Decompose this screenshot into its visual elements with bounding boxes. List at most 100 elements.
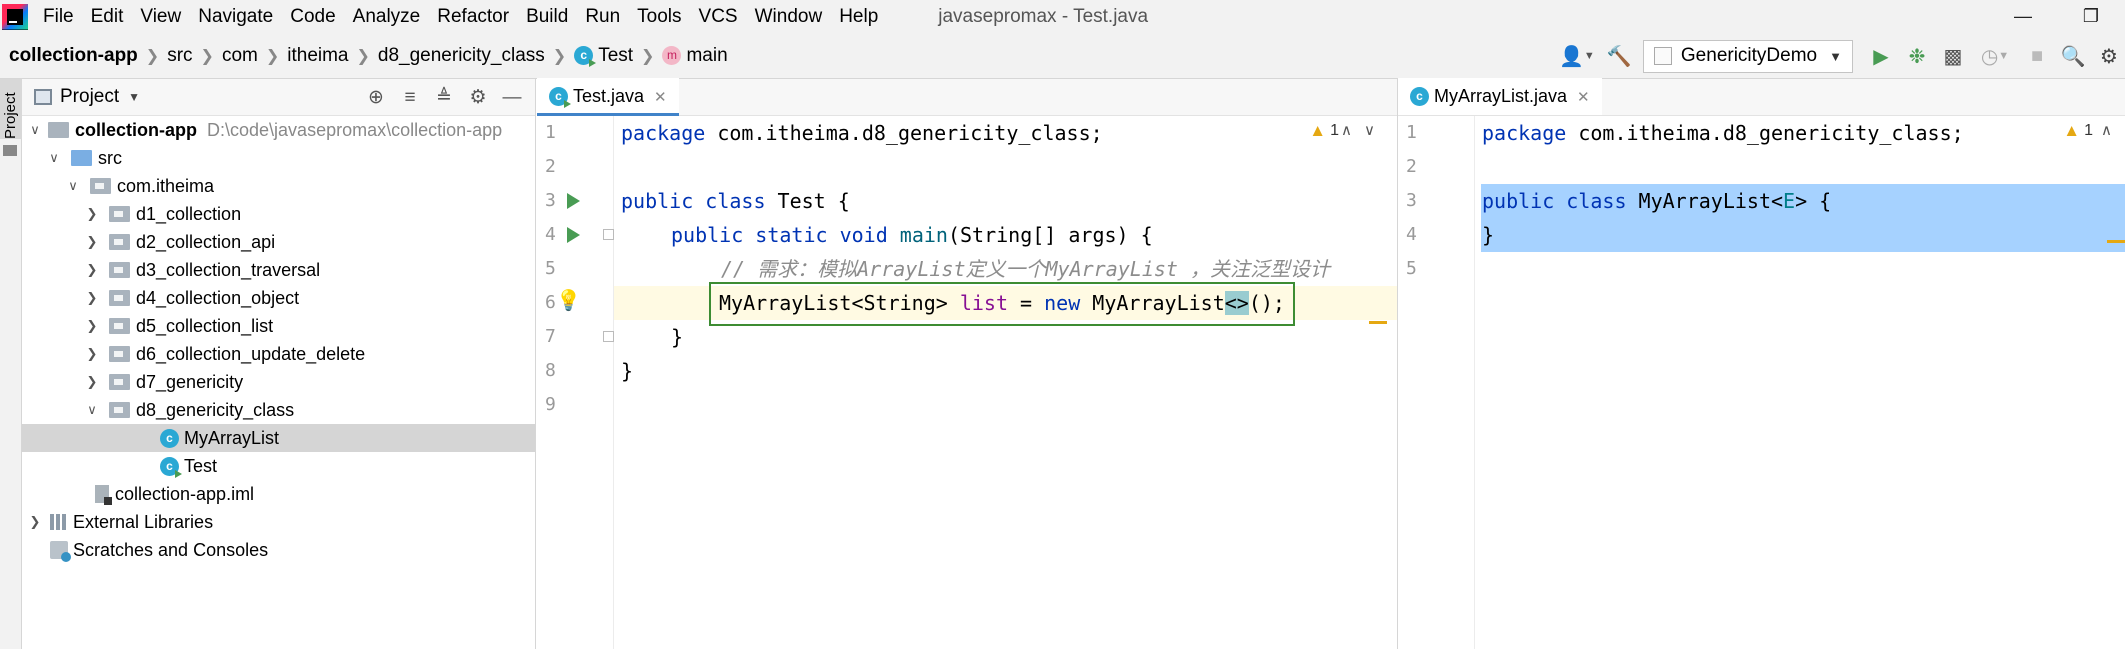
tree-row-libraries[interactable]: ❯ External Libraries <box>22 508 535 536</box>
breadcrumb-itheima[interactable]: itheima <box>287 45 348 67</box>
coverage-icon[interactable]: ▩ <box>1937 40 1969 72</box>
chevron-down-icon[interactable]: ∨ <box>66 178 80 194</box>
close-icon[interactable]: ✕ <box>654 88 667 106</box>
expand-all-icon[interactable]: ≡ <box>393 87 427 109</box>
tree-row-folder[interactable]: ❯ d4_collection_object <box>22 284 535 312</box>
run-gutter-icon[interactable] <box>567 193 580 209</box>
gear-icon[interactable]: ⚙ <box>461 86 495 109</box>
menu-code[interactable]: Code <box>290 6 335 28</box>
menu-navigate[interactable]: Navigate <box>198 6 273 28</box>
run-config-selector[interactable]: GenericityDemo ▼ <box>1642 39 1853 73</box>
tree-row-folder[interactable]: ❯ d1_collection <box>22 200 535 228</box>
chevron-right-icon[interactable]: ❯ <box>85 206 99 222</box>
menu-file[interactable]: File <box>43 6 74 28</box>
breadcrumb-project[interactable]: collection-app <box>9 45 138 67</box>
window-title: javasepromax - Test.java <box>938 5 1149 27</box>
tree-row-folder[interactable]: ❯ d3_collection_traversal <box>22 256 535 284</box>
tree-row-folder[interactable]: ❯ d5_collection_list <box>22 312 535 340</box>
menu-refactor[interactable]: Refactor <box>437 6 509 28</box>
menu-edit[interactable]: Edit <box>91 6 124 28</box>
profile-icon[interactable]: ◷ ▼ <box>1973 40 2017 72</box>
collapse-all-icon[interactable]: ≜ <box>427 86 461 109</box>
search-icon[interactable]: 🔍 <box>2057 40 2089 72</box>
chevron-right-icon[interactable]: ❯ <box>85 234 99 250</box>
tree-row-root[interactable]: ∨ collection-app D:\code\javasepromax\co… <box>22 116 535 144</box>
code-area[interactable]: package com.itheima.d8_genericity_class;… <box>556 116 1397 649</box>
tree-row-class[interactable]: c Test <box>22 452 535 480</box>
package-icon <box>109 374 130 390</box>
tab-myarraylist-java[interactable]: c MyArrayList.java ✕ <box>1398 78 1602 115</box>
breadcrumb-com[interactable]: com <box>222 45 258 67</box>
menu-window[interactable]: Window <box>755 6 823 28</box>
chevron-down-icon[interactable]: ∨ <box>28 122 42 138</box>
code-text: = <box>1008 291 1045 315</box>
run-config-label: GenericityDemo <box>1680 45 1818 66</box>
breadcrumb-package[interactable]: d8_genericity_class <box>378 45 545 67</box>
fold-marker-icon[interactable] <box>603 229 614 240</box>
chevron-right-icon[interactable]: ❯ <box>85 262 99 278</box>
tree-row-src[interactable]: ∨ src <box>22 144 535 172</box>
editor-test-java[interactable]: c Test.java ✕ ▲ 1 ∧∨ 1 2 3 4 5 6 7 8 9 p… <box>537 78 1398 649</box>
project-tool-tab-label: Project <box>2 92 19 139</box>
tree-row-iml[interactable]: collection-app.iml <box>22 480 535 508</box>
menu-analyze[interactable]: Analyze <box>353 6 421 28</box>
locate-icon[interactable]: ⊕ <box>359 86 393 109</box>
chevron-right-icon[interactable]: ❯ <box>28 514 42 530</box>
code-line: } <box>1476 218 2125 252</box>
chevron-right-icon: ❯ <box>356 47 370 65</box>
build-hammer-icon[interactable]: 🔨 <box>1603 40 1635 72</box>
line-number: 5 <box>1406 258 1417 279</box>
settings-gear-icon[interactable]: ⚙ <box>2093 40 2125 72</box>
minimize-button[interactable]: — <box>1989 0 2057 33</box>
tree-row-folder[interactable]: ❯ d7_genericity <box>22 368 535 396</box>
menu-tools[interactable]: Tools <box>637 6 681 28</box>
project-panel-title[interactable]: Project <box>60 86 119 108</box>
tab-label: MyArrayList.java <box>1434 86 1568 106</box>
tree-row-class-selected[interactable]: c MyArrayList <box>22 424 535 452</box>
restore-button[interactable]: ❐ <box>2057 0 2125 33</box>
chevron-down-icon[interactable]: ∨ <box>85 402 99 418</box>
tree-libraries-label: External Libraries <box>73 511 214 532</box>
tree-row-folder[interactable]: ∨ d8_genericity_class <box>22 396 535 424</box>
project-view-icon <box>34 89 52 105</box>
tree-iml-label: collection-app.iml <box>115 483 255 504</box>
debug-icon[interactable]: ❉ <box>1901 40 1933 72</box>
menu-help[interactable]: Help <box>839 6 878 28</box>
run-gutter-icon[interactable] <box>567 227 580 243</box>
menu-run[interactable]: Run <box>585 6 620 28</box>
breadcrumb-class[interactable]: Test <box>598 45 633 67</box>
package-icon <box>90 178 111 194</box>
menu-build[interactable]: Build <box>526 6 568 28</box>
menu-view[interactable]: View <box>140 6 181 28</box>
editor-myarraylist-java[interactable]: c MyArrayList.java ✕ ▲ 1 ∧∨ 1 2 3 4 5 pa… <box>1398 78 2125 649</box>
breadcrumb-src[interactable]: src <box>167 45 192 67</box>
close-icon[interactable]: ✕ <box>1577 88 1590 106</box>
code-line: package com.itheima.d8_genericity_class; <box>615 116 1397 150</box>
user-icon[interactable]: 👤 ▼ <box>1555 40 1599 72</box>
chevron-right-icon[interactable]: ❯ <box>85 374 99 390</box>
run-icon[interactable]: ▶ <box>1865 40 1897 72</box>
lightbulb-icon[interactable]: 💡 <box>556 288 581 313</box>
menu-vcs[interactable]: VCS <box>699 6 738 28</box>
tree-row-scratches[interactable]: Scratches and Consoles <box>22 536 535 564</box>
breadcrumb-method[interactable]: main <box>686 45 727 67</box>
tab-test-java[interactable]: c Test.java ✕ <box>537 78 679 116</box>
tree-row-folder[interactable]: ❯ d2_collection_api <box>22 228 535 256</box>
chevron-down-icon[interactable]: ∨ <box>47 150 61 166</box>
warning-stripe-mark[interactable] <box>2107 240 2125 243</box>
project-tool-tab[interactable]: Project <box>0 79 22 139</box>
code-area[interactable]: package com.itheima.d8_genericity_class;… <box>1476 116 2125 649</box>
tree-row-folder[interactable]: ❯ d6_collection_update_delete <box>22 340 535 368</box>
chevron-right-icon[interactable]: ❯ <box>85 346 99 362</box>
editor-gutter: 1 2 3 4 5 6 7 8 9 <box>537 116 614 649</box>
tree-row-package[interactable]: ∨ com.itheima <box>22 172 535 200</box>
chevron-right-icon[interactable]: ❯ <box>85 290 99 306</box>
highlighted-statement[interactable]: MyArrayList<String> list = new MyArrayLi… <box>709 282 1295 326</box>
chevron-down-icon[interactable]: ▼ <box>128 90 140 104</box>
code-type-parameter: E <box>1783 189 1796 213</box>
hide-icon[interactable]: — <box>495 87 529 109</box>
chevron-right-icon[interactable]: ❯ <box>85 318 99 334</box>
line-number: 1 <box>1406 122 1417 143</box>
stop-icon[interactable]: ■ <box>2021 40 2053 72</box>
fold-marker-icon[interactable] <box>603 331 614 342</box>
